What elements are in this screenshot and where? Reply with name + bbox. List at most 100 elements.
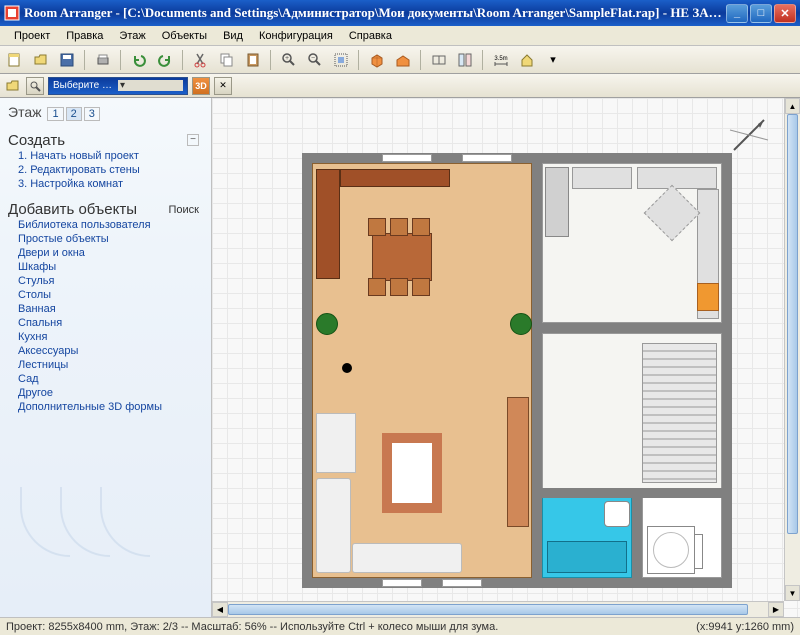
toolbar-open-button[interactable] [30, 49, 52, 71]
sofa-object[interactable] [316, 478, 351, 573]
toolbar-3d-view-button[interactable] [366, 49, 388, 71]
menu-floor[interactable]: Этаж [111, 28, 153, 44]
library-close-button[interactable]: ✕ [214, 77, 232, 95]
library-search-button[interactable] [26, 77, 44, 95]
cat-accessories[interactable]: Аксессуары [8, 344, 203, 358]
lamp-object[interactable] [342, 363, 352, 373]
cat-3d-shapes[interactable]: Дополнительные 3D формы [8, 400, 203, 414]
toolbar-undo-button[interactable] [128, 49, 150, 71]
toolbar-new-button[interactable] [4, 49, 26, 71]
scroll-left-button[interactable]: ◀ [212, 602, 228, 617]
toolbar-walls-button[interactable] [428, 49, 450, 71]
toolbar-home-button[interactable] [516, 49, 538, 71]
toolbar-rooms-button[interactable] [454, 49, 476, 71]
collapse-create-button[interactable]: − [187, 134, 199, 146]
shower-object[interactable] [647, 526, 695, 574]
cat-bathroom[interactable]: Ванная [8, 302, 203, 316]
menu-config[interactable]: Конфигурация [251, 28, 341, 44]
plant-object[interactable] [316, 313, 338, 335]
cabinet-object[interactable] [316, 169, 340, 279]
cat-chairs[interactable]: Стулья [8, 274, 203, 288]
toolbar-zoom-out-button[interactable]: − [304, 49, 326, 71]
armchair-object[interactable] [316, 413, 356, 473]
scroll-right-button[interactable]: ▶ [768, 602, 784, 617]
dining-table-object[interactable] [372, 233, 432, 281]
chair-object[interactable] [390, 218, 408, 236]
toolbar-zoom-in-button[interactable]: + [278, 49, 300, 71]
vertical-scrollbar[interactable]: ▲ ▼ [784, 98, 800, 601]
cat-user-library[interactable]: Библиотека пользователя [8, 218, 203, 232]
title-bar: Room Arranger - [C:\Documents and Settin… [0, 0, 800, 26]
window-object[interactable] [382, 154, 432, 162]
cat-other[interactable]: Другое [8, 386, 203, 400]
create-item-rooms[interactable]: 3. Настройка комнат [8, 177, 203, 191]
toolbar-cut-button[interactable] [190, 49, 212, 71]
menu-edit[interactable]: Правка [58, 28, 111, 44]
menu-help[interactable]: Справка [341, 28, 400, 44]
close-button[interactable]: ✕ [774, 4, 796, 23]
toilet-object[interactable] [604, 501, 630, 527]
scroll-up-button[interactable]: ▲ [785, 98, 800, 114]
toolbar-redo-button[interactable] [154, 49, 176, 71]
bath-object[interactable] [547, 541, 627, 573]
toolbar: + − 3.5m ▾ [0, 46, 800, 74]
cabinet-object[interactable] [340, 169, 450, 187]
menu-view[interactable]: Вид [215, 28, 251, 44]
stove-object[interactable] [697, 283, 719, 311]
scroll-down-button[interactable]: ▼ [785, 585, 800, 601]
toolbar-paste-button[interactable] [242, 49, 264, 71]
toolbar-dropdown-button[interactable]: ▾ [542, 49, 564, 71]
3d-toggle-button[interactable]: 3D [192, 77, 210, 95]
floor-3-button[interactable]: 3 [84, 107, 100, 121]
menu-project[interactable]: Проект [6, 28, 58, 44]
sofa-object[interactable] [352, 543, 462, 573]
toolbar-3d-room-button[interactable] [392, 49, 414, 71]
toolbar-measure-button[interactable]: 3.5m [490, 49, 512, 71]
staircase-object[interactable] [642, 343, 717, 483]
counter-object[interactable] [637, 167, 717, 189]
window-object[interactable] [442, 579, 482, 587]
cat-simple-objects[interactable]: Простые объекты [8, 232, 203, 246]
window-object[interactable] [382, 579, 422, 587]
cat-garden[interactable]: Сад [8, 372, 203, 386]
canvas-area[interactable]: Boiler [212, 98, 800, 617]
library-folder-button[interactable] [4, 77, 22, 95]
toolbar-print-button[interactable] [92, 49, 114, 71]
counter-object[interactable] [572, 167, 632, 189]
toolbar-zoom-fit-button[interactable] [330, 49, 352, 71]
chair-object[interactable] [390, 278, 408, 296]
cat-kitchen[interactable]: Кухня [8, 330, 203, 344]
search-link[interactable]: Поиск [169, 204, 199, 216]
floor-1-button[interactable]: 1 [47, 107, 63, 121]
maximize-button[interactable]: □ [750, 4, 772, 23]
toolbar-separator [270, 50, 272, 70]
coffee-table-object[interactable] [382, 433, 442, 513]
library-select-input[interactable]: Выберите библиотеку... ▾ [48, 77, 188, 95]
cat-tables[interactable]: Столы [8, 288, 203, 302]
tv-cabinet-object[interactable] [507, 397, 529, 527]
scroll-thumb-h[interactable] [228, 604, 748, 615]
cat-wardrobes[interactable]: Шкафы [8, 260, 203, 274]
fridge-object[interactable] [545, 167, 569, 237]
cat-bedroom[interactable]: Спальня [8, 316, 203, 330]
minimize-button[interactable]: _ [726, 4, 748, 23]
create-item-new[interactable]: 1. Начать новый проект [8, 149, 203, 163]
create-item-walls[interactable]: 2. Редактировать стены [8, 163, 203, 177]
sidebar: Этаж 1 2 3 − Создать 1. Начать новый про… [0, 98, 212, 617]
chair-object[interactable] [412, 218, 430, 236]
horizontal-scrollbar[interactable]: ◀ ▶ [212, 601, 784, 617]
scroll-thumb-v[interactable] [787, 114, 798, 534]
plant-object[interactable] [510, 313, 532, 335]
menu-objects[interactable]: Объекты [154, 28, 215, 44]
toolbar-separator [84, 50, 86, 70]
chair-object[interactable] [368, 218, 386, 236]
floor-2-button[interactable]: 2 [66, 107, 82, 121]
window-object[interactable] [462, 154, 512, 162]
floor-plan[interactable]: Boiler [302, 153, 732, 588]
toolbar-save-button[interactable] [56, 49, 78, 71]
chair-object[interactable] [368, 278, 386, 296]
toolbar-copy-button[interactable] [216, 49, 238, 71]
cat-doors-windows[interactable]: Двери и окна [8, 246, 203, 260]
chair-object[interactable] [412, 278, 430, 296]
cat-stairs[interactable]: Лестницы [8, 358, 203, 372]
